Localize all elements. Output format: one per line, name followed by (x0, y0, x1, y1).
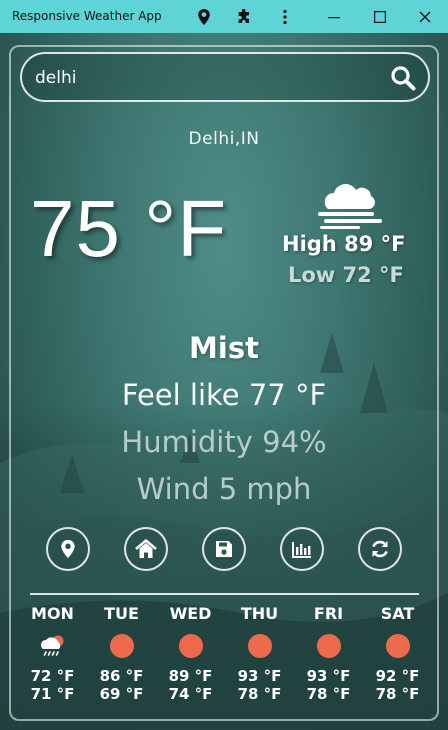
sun-icon (385, 634, 410, 658)
more-icon[interactable] (273, 5, 297, 29)
location-icon[interactable] (192, 5, 216, 29)
forecast-day-name: THU (240, 604, 279, 623)
forecast-low: 69 °F (99, 685, 144, 703)
wind-speed: Wind 5 mph (136, 472, 312, 506)
search-input[interactable] (33, 64, 367, 92)
refresh-icon (372, 540, 388, 558)
window-title: Responsive Weather App (12, 9, 162, 23)
forecast-low: 71 °F (30, 685, 75, 703)
weather-content: Delhi,IN 75 °F High 89 °F Low 72 °F Mist… (0, 33, 448, 730)
feels-like: Feel like 77 °F (121, 378, 327, 412)
refresh-button[interactable] (358, 527, 402, 571)
forecast-day-name: FRI (313, 604, 344, 623)
forecast-day-name: WED (169, 604, 212, 623)
forecast-high: 92 °F (375, 667, 420, 685)
location-button[interactable] (46, 527, 90, 571)
location-icon (61, 539, 75, 559)
search-bar (20, 52, 430, 102)
forecast-day-mon: MON 72 °F 71 °F (18, 600, 87, 715)
current-temperature: 75 °F (30, 184, 228, 273)
home-button[interactable] (124, 527, 168, 571)
sun-icon (316, 634, 341, 658)
sun-icon (109, 634, 134, 658)
high-temperature: High 89 °F (282, 232, 406, 256)
forecast-strip: MON 72 °F 71 °F TUE 86 °F 69 °F WED 89 °… (18, 600, 432, 715)
close-icon[interactable] (413, 5, 437, 29)
forecast-day-fri: FRI 93 °F 78 °F (294, 600, 363, 715)
sun-icon (178, 634, 203, 658)
forecast-divider (30, 593, 419, 595)
forecast-low: 78 °F (237, 685, 282, 703)
app-background: Delhi,IN 75 °F High 89 °F Low 72 °F Mist… (0, 33, 448, 730)
location-name: Delhi,IN (188, 129, 260, 149)
forecast-high: 72 °F (30, 667, 75, 685)
forecast-high: 93 °F (306, 667, 351, 685)
forecast-day-name: SAT (380, 604, 415, 623)
chart-button[interactable] (280, 527, 324, 571)
minimize-icon[interactable] (322, 5, 346, 29)
search-icon (391, 66, 416, 91)
save-button[interactable] (202, 527, 246, 571)
home-icon (135, 539, 157, 558)
sun-icon (247, 634, 272, 658)
forecast-day-name: TUE (104, 604, 139, 623)
forecast-day-tue: TUE 86 °F 69 °F (87, 600, 156, 715)
window-titlebar: Responsive Weather App (0, 0, 448, 33)
action-bar (0, 527, 448, 575)
rain-cloud-icon (40, 635, 63, 656)
search-button[interactable] (388, 63, 418, 93)
chart-icon (292, 541, 311, 558)
forecast-day-thu: THU 93 °F 78 °F (225, 600, 294, 715)
forecast-low: 74 °F (168, 685, 213, 703)
forecast-high: 89 °F (168, 667, 213, 685)
extensions-icon[interactable] (232, 5, 256, 29)
forecast-low: 78 °F (375, 685, 420, 703)
forecast-day-sat: SAT 92 °F 78 °F (363, 600, 432, 715)
maximize-icon[interactable] (368, 5, 392, 29)
forecast-high: 93 °F (237, 667, 282, 685)
forecast-low: 78 °F (306, 685, 351, 703)
mist-icon (318, 183, 382, 233)
humidity: Humidity 94% (121, 425, 327, 459)
forecast-day-name: MON (31, 604, 74, 623)
weather-description: Mist (189, 331, 259, 365)
save-icon (216, 541, 232, 557)
forecast-day-wed: WED 89 °F 74 °F (156, 600, 225, 715)
forecast-high: 86 °F (99, 667, 144, 685)
low-temperature: Low 72 °F (288, 263, 404, 287)
